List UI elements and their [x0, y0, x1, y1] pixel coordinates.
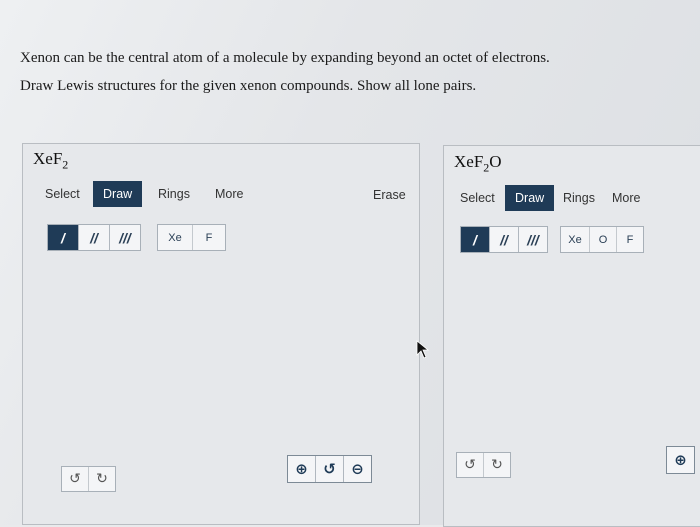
zoom-in-icon[interactable]: ⊕ — [667, 447, 694, 473]
atom-xe-button[interactable]: Xe — [158, 225, 193, 250]
redo-icon[interactable]: ↻ — [484, 453, 510, 477]
mouse-cursor-icon — [416, 340, 430, 359]
triple-bond-button[interactable]: /// — [110, 225, 140, 250]
rings-tab[interactable]: Rings — [563, 191, 595, 205]
atom-tools: Xe O F — [560, 226, 644, 253]
instruction-line-1: Xenon can be the central atom of a molec… — [20, 50, 550, 66]
formula-label: XeF2O — [454, 152, 502, 175]
single-bond-button[interactable]: / — [48, 225, 79, 250]
reset-zoom-icon[interactable]: ↺ — [316, 456, 344, 482]
draw-tab[interactable]: Draw — [93, 181, 143, 207]
single-bond-button[interactable]: / — [461, 227, 490, 252]
formula-label: XeF2 — [33, 149, 69, 172]
zoom-in-icon[interactable]: ⊕ — [288, 456, 316, 482]
select-tab[interactable]: Select — [460, 191, 495, 205]
zoom-controls: ⊕ — [666, 446, 695, 474]
zoom-controls: ⊕ ↺ ⊖ — [287, 455, 372, 483]
redo-icon[interactable]: ↻ — [89, 467, 115, 491]
toolbar: Select Draw Rings More Erase — [23, 180, 419, 210]
undo-icon[interactable]: ↺ — [457, 453, 484, 477]
double-bond-button[interactable]: // — [79, 225, 110, 250]
history-controls: ↺ ↻ — [456, 452, 511, 478]
zoom-out-icon[interactable]: ⊖ — [344, 456, 371, 482]
bond-tools: / // /// — [47, 224, 141, 251]
atom-o-button[interactable]: O — [590, 227, 617, 252]
atom-f-button[interactable]: F — [193, 225, 225, 250]
bond-tools: / // /// — [460, 226, 548, 253]
sketcher-panel-xef2o[interactable]: XeF2O Select Draw Rings More / // /// Xe… — [443, 145, 700, 527]
atom-xe-button[interactable]: Xe — [561, 227, 590, 252]
triple-bond-button[interactable]: /// — [519, 227, 547, 252]
atom-f-button[interactable]: F — [617, 227, 643, 252]
draw-tab[interactable]: Draw — [505, 185, 555, 211]
undo-icon[interactable]: ↺ — [62, 467, 89, 491]
toolbar: Select Draw Rings More — [444, 184, 700, 214]
erase-button[interactable]: Erase — [373, 188, 406, 202]
rings-tab[interactable]: Rings — [158, 187, 190, 201]
more-tab[interactable]: More — [612, 191, 640, 205]
instruction-line-2: Draw Lewis structures for the given xeno… — [20, 78, 477, 94]
sketcher-panel-xef2[interactable]: XeF2 Select Draw Rings More Erase / // /… — [22, 143, 420, 525]
more-tab[interactable]: More — [215, 187, 243, 201]
history-controls: ↺ ↻ — [61, 466, 116, 492]
double-bond-button[interactable]: // — [490, 227, 519, 252]
select-tab[interactable]: Select — [45, 187, 80, 201]
atom-tools: Xe F — [157, 224, 226, 251]
